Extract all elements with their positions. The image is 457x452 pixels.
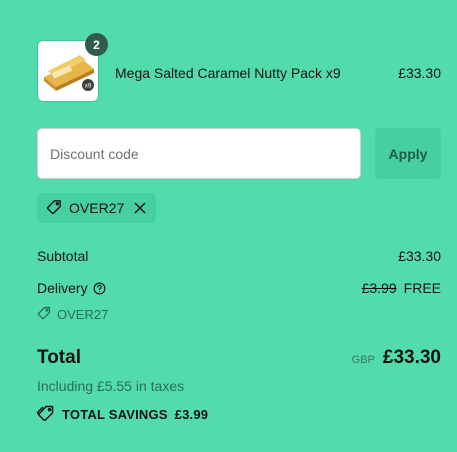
delivery-row-label: Delivery	[37, 280, 106, 298]
total-label: Total	[37, 347, 81, 368]
delivery-value: FREE	[403, 280, 441, 296]
close-icon[interactable]	[134, 202, 146, 214]
product-price: £33.30	[398, 65, 441, 81]
delivery-discount-code: OVER27	[57, 307, 109, 322]
apply-discount-button[interactable]: Apply	[375, 128, 441, 179]
currency-code: GBP	[351, 354, 375, 366]
applied-code-label: OVER27	[69, 200, 125, 216]
tag-icon	[46, 199, 62, 218]
tag-icon	[37, 306, 51, 323]
savings-label: TOTAL SAVINGS	[62, 407, 168, 422]
savings-tag-icon	[36, 405, 55, 424]
delivery-original-price: £3.99	[361, 280, 397, 296]
total-amount: £33.30	[382, 347, 441, 368]
total-value-group: GBP £33.30	[352, 347, 441, 369]
discount-code-input[interactable]	[37, 128, 361, 179]
taxes-note: Including £5.55 in taxes	[37, 378, 185, 394]
subtotal-label: Subtotal	[37, 248, 89, 264]
total-savings: TOTAL SAVINGS £3.99	[36, 405, 209, 424]
help-circle-icon[interactable]	[93, 282, 106, 298]
delivery-discount-tag: OVER27	[37, 306, 108, 323]
delivery-value-group: £3.99 FREE	[362, 280, 441, 296]
quantity-badge: 2	[85, 33, 108, 56]
delivery-label: Delivery	[37, 280, 88, 296]
savings-value: £3.99	[174, 407, 209, 422]
subtotal-value: £33.30	[398, 248, 441, 264]
thumbnail-badge-text: x9	[85, 83, 92, 90]
applied-discount-chip: OVER27	[37, 193, 157, 223]
product-name: Mega Salted Caramel Nutty Pack x9	[115, 65, 341, 81]
product-image: x9	[42, 47, 96, 95]
